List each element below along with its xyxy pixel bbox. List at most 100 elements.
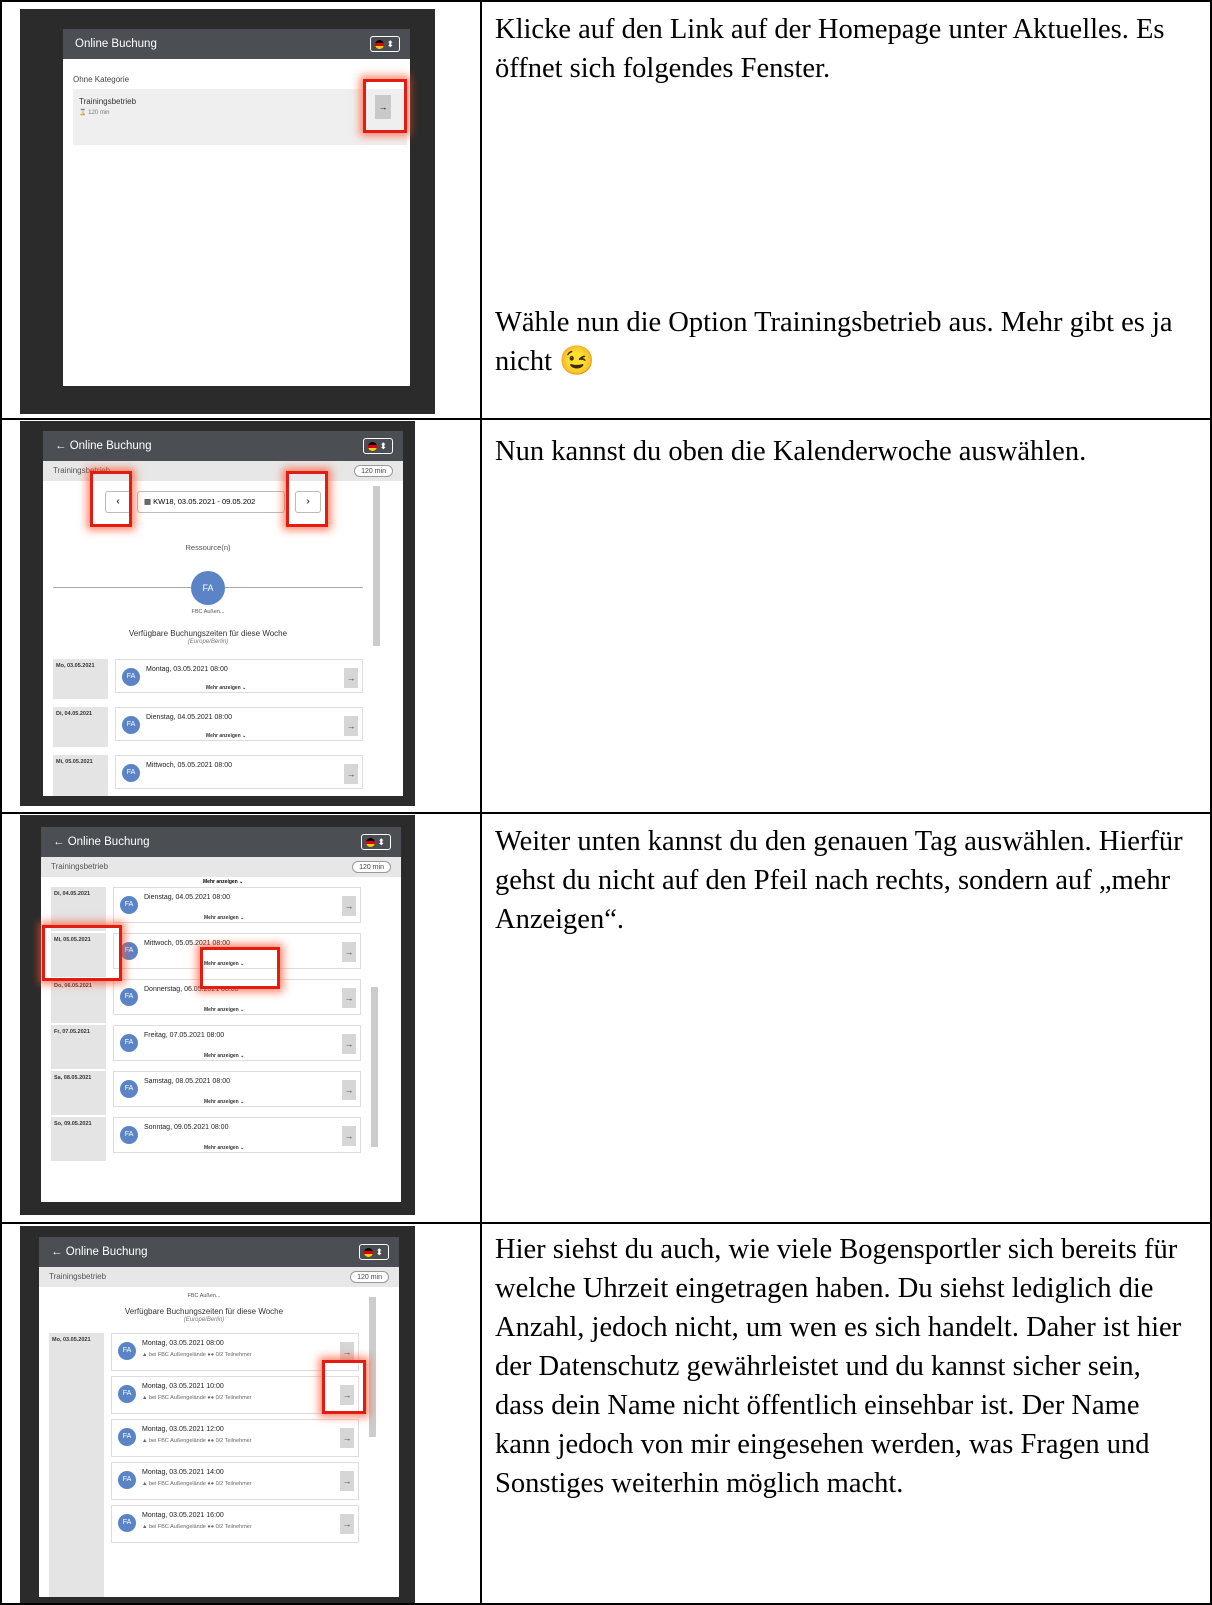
slot-location: bei FBC Außengelände: [148, 1524, 206, 1530]
participants-icon: ●●: [207, 1524, 216, 1530]
slot-arrow[interactable]: →: [340, 1428, 354, 1448]
highlight-marker: [42, 925, 122, 981]
slot-arrow[interactable]: →: [344, 716, 358, 736]
time-slot[interactable]: FA Dienstag, 04.05.2021 08:00 Mehr anzeige…: [113, 887, 361, 923]
week-selector[interactable]: ▦ KW18, 03.05.2021 - 09.05.202: [137, 491, 285, 513]
service-bar: Trainingsbetrieb 120 min: [41, 857, 401, 877]
slot-arrow[interactable]: →: [340, 1471, 354, 1491]
time-slot[interactable]: FA Dienstag, 04.05.2021 08:00 Mehr anzeige…: [115, 707, 363, 741]
window-title[interactable]: ← Online Buchung: [39, 1237, 399, 1267]
slot-arrow[interactable]: →: [340, 1514, 354, 1534]
language-selector[interactable]: ⬍: [359, 1244, 389, 1260]
table-border-right: [1210, 0, 1212, 1605]
slot-location: bei FBC Außengelände: [148, 1481, 206, 1487]
time-slot[interactable]: FA Sonntag, 09.05.2021 08:00 Mehr anzeigen…: [113, 1117, 361, 1153]
avatar: FA: [120, 1126, 138, 1144]
slot-arrow[interactable]: →: [342, 1126, 356, 1146]
flag-icon: [366, 838, 375, 848]
resource-name: FBC Außen...: [191, 609, 225, 615]
slot-location: bei FBC Außengelände: [148, 1395, 206, 1401]
participants-icon: ●●: [207, 1481, 216, 1487]
avatar: FA: [118, 1428, 136, 1446]
more-link[interactable]: Mehr anzeigen ⌄: [204, 915, 244, 921]
highlight-marker: [90, 471, 132, 527]
flag-icon: [375, 40, 384, 50]
avatar: FA: [120, 988, 138, 1006]
time-slot[interactable]: FA Montag, 03.05.2021 08:00 Mehr anzeigen …: [115, 659, 363, 693]
day-label: Do, 06.05.2021: [51, 979, 106, 1023]
service-card[interactable]: Trainingsbetrieb ⌛ 120 min →: [73, 89, 407, 145]
window-title[interactable]: ← Online Buchung: [41, 827, 401, 857]
avatar: FA: [120, 1034, 138, 1052]
highlight-marker: [322, 1360, 366, 1414]
resources-heading: Ressource(n): [185, 543, 231, 552]
row1-text-2: Wähle nun die Option Trainingsbetrieb au…: [495, 307, 1173, 377]
slot-participants: 0/2 Teilnehmer: [215, 1438, 252, 1444]
slot-time: Dienstag, 04.05.2021 08:00: [144, 894, 231, 901]
slot-location: bei FBC Außengelände: [148, 1438, 206, 1444]
scrollbar[interactable]: [371, 987, 378, 1147]
slot-time: Mittwoch, 05.05.2021 08:00: [144, 940, 231, 947]
slot-time: Montag, 03.05.2021 12:00: [142, 1426, 224, 1433]
slot-details: ▲ bei FBC Außengelände ●● 0/2 Teilnehmer: [142, 1395, 252, 1401]
slot-details: ▲ bei FBC Außengelände ●● 0/2 Teilnehmer: [142, 1352, 252, 1358]
scrollbar[interactable]: [369, 1297, 376, 1437]
location-icon: ▲: [142, 1481, 149, 1487]
time-slot[interactable]: FA Samstag, 08.05.2021 08:00 Mehr anzeigen…: [113, 1071, 361, 1107]
timezone-label: (Europe/Berlin): [187, 639, 229, 645]
slot-arrow[interactable]: →: [342, 988, 356, 1008]
flag-icon: [364, 1248, 373, 1258]
slot-participants: 0/2 Teilnehmer: [215, 1481, 252, 1487]
slot-arrow[interactable]: →: [344, 668, 358, 688]
available-heading: Verfügbare Buchungszeiten für diese Woch…: [124, 1307, 284, 1316]
booking-window: ← Online Buchung ⬍ Trainingsbetrieb 120 m…: [41, 827, 401, 1202]
slot-participants: 0/2 Teilnehmer: [215, 1395, 252, 1401]
language-selector[interactable]: ⬍: [361, 834, 391, 850]
avatar: FA: [122, 668, 140, 686]
day-label: So, 09.05.2021: [51, 1117, 106, 1161]
slot-arrow[interactable]: →: [340, 1342, 354, 1362]
language-selector[interactable]: ⬍: [363, 438, 393, 454]
slot-arrow[interactable]: →: [344, 764, 358, 784]
scrollbar[interactable]: [373, 486, 380, 646]
participants-icon: ●●: [207, 1352, 216, 1358]
avatar: FA: [118, 1385, 136, 1403]
time-slot[interactable]: FA Montag, 03.05.2021 16:00 ▲ bei FBC Auße…: [111, 1505, 359, 1543]
slot-arrow[interactable]: →: [342, 942, 356, 962]
duration-pill: 120 min: [352, 861, 391, 873]
more-link[interactable]: Mehr anzeigen ⌄: [204, 1099, 244, 1105]
duration-pill: 120 min: [350, 1271, 389, 1283]
time-slot[interactable]: FA Montag, 03.05.2021 14:00 ▲ bei FBC Auße…: [111, 1462, 359, 1500]
slot-participants: 0/2 Teilnehmer: [215, 1352, 252, 1358]
booking-window: Online Buchung ⬍ Ohne Kategorie Training…: [63, 29, 410, 386]
screenshot-week: ← Online Buchung ⬍ Trainingsbetrieb 120 m…: [20, 421, 415, 806]
window-title[interactable]: ← Online Buchung: [43, 431, 403, 461]
slot-time: Dienstag, 04.05.2021 08:00: [146, 714, 233, 721]
slot-time: Montag, 03.05.2021 08:00: [142, 1340, 224, 1347]
more-link[interactable]: Mehr anzeigen ⌄: [204, 1145, 244, 1151]
more-link[interactable]: Mehr anzeigen ⌄: [206, 733, 246, 739]
avatar: FA: [118, 1471, 136, 1489]
slot-time: Montag, 03.05.2021 14:00: [142, 1469, 224, 1476]
language-selector[interactable]: ⬍: [370, 36, 400, 52]
more-link[interactable]: Mehr anzeigen ⌄: [204, 1007, 244, 1013]
service-duration: ⌛ 120 min: [79, 110, 110, 116]
screenshot-category: Online Buchung ⬍ Ohne Kategorie Training…: [20, 9, 435, 414]
slot-time: Mittwoch, 05.05.2021 08:00: [146, 762, 233, 769]
avatar: FA: [120, 942, 138, 960]
more-link[interactable]: Mehr anzeigen ⌄: [206, 685, 246, 691]
more-link[interactable]: Mehr anzeigen ⌄: [204, 1053, 244, 1059]
time-slot[interactable]: FA Freitag, 07.05.2021 08:00 Mehr anzeigen…: [113, 1025, 361, 1061]
table-border-bottom: [0, 1603, 1212, 1605]
screenshot-participants: ← Online Buchung ⬍ Trainingsbetrieb 120 m…: [20, 1226, 415, 1603]
resource-avatar[interactable]: FA: [191, 571, 225, 605]
day-label: Fr, 07.05.2021: [51, 1025, 106, 1069]
slot-arrow[interactable]: →: [342, 1034, 356, 1054]
row-divider: [0, 812, 1212, 814]
resource-name: FBC Außen...: [187, 1293, 221, 1299]
time-slot[interactable]: FA Montag, 03.05.2021 12:00 ▲ bei FBC Auße…: [111, 1419, 359, 1457]
time-slot[interactable]: FA Mittwoch, 05.05.2021 08:00 →: [115, 755, 363, 789]
slot-arrow[interactable]: →: [342, 896, 356, 916]
more-link[interactable]: Mehr anzeigen ⌄: [203, 879, 243, 885]
slot-arrow[interactable]: →: [342, 1080, 356, 1100]
